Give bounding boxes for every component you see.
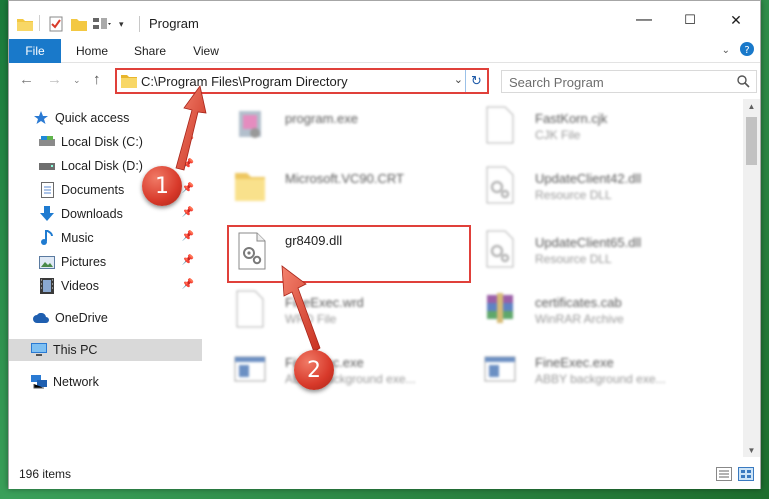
callout-1: 1 (142, 166, 182, 206)
annotation-arrows (175, 85, 321, 353)
callout-2: 2 (294, 350, 334, 390)
arrow-1 (175, 85, 207, 171)
arrow-2 (281, 265, 321, 353)
